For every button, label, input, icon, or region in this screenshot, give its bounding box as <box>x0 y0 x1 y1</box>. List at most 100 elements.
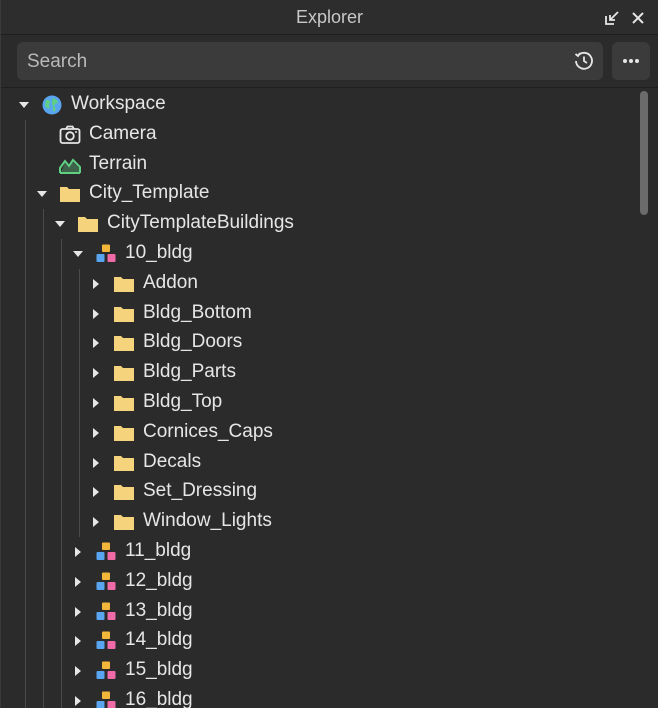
collapsed-arrow-icon[interactable] <box>90 337 102 349</box>
search-row <box>1 35 658 88</box>
tree-row[interactable]: CityTemplateBuildings <box>1 209 637 239</box>
tree-row[interactable]: 16_bldg <box>1 686 637 708</box>
tree-item-label: 14_bldg <box>125 629 193 651</box>
tree-item-label: 11_bldg <box>125 540 192 561</box>
scrollbar-thumb[interactable] <box>640 91 648 215</box>
globe-icon <box>42 95 62 115</box>
tree-item-label: 16_bldg <box>125 689 193 708</box>
folder-icon <box>114 306 134 322</box>
tree-item-label: City_Template <box>89 182 210 204</box>
tree-row[interactable]: Decals <box>1 448 637 478</box>
folder-icon <box>78 217 98 233</box>
collapsed-arrow-icon[interactable] <box>90 427 102 439</box>
model-icon <box>96 631 116 650</box>
collapsed-arrow-icon[interactable] <box>90 278 102 290</box>
expanded-arrow-icon[interactable] <box>72 248 84 260</box>
tree-row[interactable]: 10_bldg <box>1 239 637 269</box>
tree-row[interactable]: 15_bldg <box>1 656 637 686</box>
tree-row[interactable]: Bldg_Parts <box>1 358 637 388</box>
tree-guide-line <box>25 119 26 708</box>
tree-item-label: Bldg_Parts <box>143 361 236 383</box>
collapsed-arrow-icon[interactable] <box>90 486 102 498</box>
tree-item-label: Set_Dressing <box>143 480 258 502</box>
tree-row[interactable]: Addon <box>1 269 637 299</box>
dock-icon[interactable] <box>603 9 621 27</box>
search-box[interactable] <box>17 42 603 82</box>
vertical-scrollbar[interactable] <box>639 89 653 708</box>
folder-icon <box>114 455 134 471</box>
model-icon <box>96 691 116 708</box>
camera-icon <box>59 125 81 144</box>
model-icon <box>96 572 116 590</box>
tree-row[interactable]: Window_Lights <box>1 507 637 537</box>
folder-icon <box>114 485 134 501</box>
tree-item-label: Workspace <box>71 93 166 114</box>
collapsed-arrow-icon[interactable] <box>90 516 102 528</box>
explorer-tree: Workspace Camera Terrain City_Template CityT… <box>1 89 637 708</box>
collapsed-arrow-icon[interactable] <box>72 695 84 707</box>
tree-row[interactable]: Cornices_Caps <box>1 418 637 448</box>
folder-icon <box>114 396 134 411</box>
collapsed-arrow-icon[interactable] <box>72 546 84 558</box>
collapsed-arrow-icon[interactable] <box>72 576 84 588</box>
history-icon[interactable] <box>573 50 595 72</box>
tree-row[interactable]: 13_bldg <box>1 597 637 627</box>
model-icon <box>96 542 116 560</box>
expanded-arrow-icon[interactable] <box>18 99 30 111</box>
more-options-button[interactable] <box>612 42 650 80</box>
tree-row[interactable]: Set_Dressing <box>1 477 637 507</box>
terrain-icon <box>59 158 81 174</box>
collapsed-arrow-icon[interactable] <box>72 635 84 647</box>
tree-item-label: 13_bldg <box>125 599 193 621</box>
model-icon <box>96 661 116 680</box>
tree-row[interactable]: City_Template <box>1 179 637 209</box>
model-icon <box>96 244 116 262</box>
collapsed-arrow-icon[interactable] <box>90 308 102 320</box>
tree-row[interactable]: Terrain <box>1 150 637 180</box>
tree-item-label: 10_bldg <box>125 242 193 263</box>
folder-icon <box>114 276 134 292</box>
collapsed-arrow-icon[interactable] <box>90 367 102 379</box>
close-icon[interactable] <box>629 9 647 27</box>
tree-item-label: CityTemplateBuildings <box>107 212 294 234</box>
folder-icon <box>114 366 134 382</box>
tree-item-label: Terrain <box>89 152 148 174</box>
folder-icon <box>114 336 134 352</box>
panel-title: Explorer <box>295 7 364 27</box>
tree-item-label: Bldg_Top <box>143 391 223 412</box>
tree-item-label: 15_bldg <box>125 659 193 681</box>
more-icon <box>623 59 639 63</box>
tree-item-label: Window_Lights <box>143 510 272 532</box>
folder-icon <box>114 515 134 531</box>
tree-guide-line <box>61 239 62 708</box>
tree-row[interactable]: Workspace <box>1 90 637 120</box>
collapsed-arrow-icon[interactable] <box>72 665 84 677</box>
tree-guide-line <box>79 268 80 537</box>
folder-icon <box>60 187 80 203</box>
tree-item-label: Addon <box>143 271 198 293</box>
tree-row[interactable]: 14_bldg <box>1 626 637 656</box>
tree-item-label: 12_bldg <box>125 569 193 591</box>
search-input[interactable] <box>25 42 559 82</box>
expanded-arrow-icon[interactable] <box>54 218 66 230</box>
title-bar: Explorer <box>1 0 658 35</box>
tree-item-label: Camera <box>89 122 157 144</box>
explorer-panel: Explorer WorkspaceCameraTerrainCity_T <box>0 0 658 708</box>
folder-icon <box>114 425 134 441</box>
tree-item-label: Bldg_Doors <box>143 331 243 353</box>
collapsed-arrow-icon[interactable] <box>72 606 84 618</box>
tree-item-label: Cornices_Caps <box>143 420 273 442</box>
model-icon <box>96 602 116 620</box>
tree-row[interactable]: 12_bldg <box>1 567 637 597</box>
tree-row[interactable]: Camera <box>1 120 637 150</box>
tree-row[interactable]: Bldg_Doors <box>1 328 637 358</box>
tree-row[interactable]: Bldg_Bottom <box>1 299 637 329</box>
tree-item-label: Bldg_Bottom <box>143 301 252 323</box>
tree-item-label: Decals <box>143 450 202 472</box>
tree-guide-line <box>43 209 44 708</box>
tree-row[interactable]: Bldg_Top <box>1 388 637 418</box>
collapsed-arrow-icon[interactable] <box>90 397 102 409</box>
tree-row[interactable]: 11_bldg <box>1 537 637 567</box>
collapsed-arrow-icon[interactable] <box>90 457 102 469</box>
expanded-arrow-icon[interactable] <box>36 188 48 200</box>
